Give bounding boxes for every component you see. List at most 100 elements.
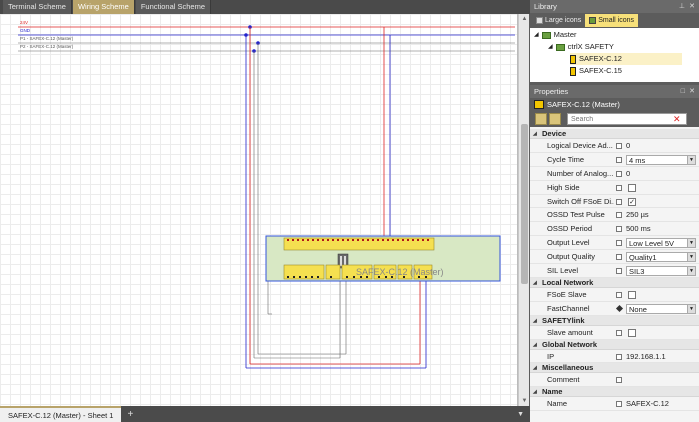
property-value[interactable]: 250 µs: [626, 208, 696, 222]
collapse-arrow-icon[interactable]: ◢: [533, 129, 537, 139]
property-row[interactable]: Comment: [530, 373, 699, 388]
property-dropdown[interactable]: Low Level 5V ▼: [626, 238, 696, 249]
sheet-menu-chevron-icon[interactable]: ▼: [517, 411, 524, 418]
collapse-arrow-icon[interactable]: ◢: [533, 363, 537, 373]
property-edit-icon[interactable]: [616, 291, 622, 298]
property-dropdown[interactable]: Quality1 ▼: [626, 252, 696, 263]
properties-title-bar: Properties □ ✕: [530, 85, 699, 98]
property-edit-icon[interactable]: [616, 198, 622, 205]
pin-icon[interactable]: ⊥: [679, 0, 685, 13]
collapse-arrow-icon[interactable]: ◢: [533, 278, 537, 288]
property-row[interactable]: Slave amount: [530, 326, 699, 340]
property-value[interactable]: 0: [626, 167, 696, 181]
property-edit-icon[interactable]: [616, 156, 622, 163]
maximize-icon[interactable]: □: [681, 85, 685, 98]
tab-functional-scheme[interactable]: Functional Scheme: [135, 0, 212, 14]
tab-wiring-scheme[interactable]: Wiring Scheme: [72, 0, 135, 14]
property-category[interactable]: ◢ Local Network: [530, 277, 699, 288]
property-name: Output Quality: [547, 252, 595, 262]
property-dropdown[interactable]: SIL3 ▼: [626, 266, 696, 277]
property-edit-icon[interactable]: [616, 329, 622, 336]
add-sheet-icon[interactable]: +: [127, 409, 133, 420]
property-value[interactable]: SAFEX-C.12: [626, 397, 696, 411]
property-edit-icon[interactable]: [616, 401, 622, 408]
property-row[interactable]: FSoE Slave: [530, 288, 699, 302]
chevron-down-icon[interactable]: ▼: [687, 267, 695, 276]
close-icon[interactable]: ✕: [689, 85, 695, 98]
property-category[interactable]: ◢ SAFETYlink: [530, 315, 699, 326]
collapse-arrow-icon[interactable]: ◢: [533, 316, 537, 326]
property-name: IP: [547, 351, 555, 361]
property-edit-icon[interactable]: [616, 184, 622, 191]
chevron-down-icon[interactable]: ▼: [687, 304, 695, 313]
property-edit-icon[interactable]: [616, 254, 622, 261]
property-value[interactable]: 500 ms: [626, 222, 696, 236]
property-value[interactable]: 192.168.1.1: [626, 350, 696, 364]
property-category[interactable]: ◢ Miscellaneous: [530, 363, 699, 374]
property-edit-icon[interactable]: [616, 268, 622, 275]
tab-small-icons-label: Small icons: [598, 17, 634, 24]
tree-item-safex-c12[interactable]: SAFEX-C.12: [570, 53, 682, 65]
clear-search-icon[interactable]: ✕: [673, 113, 681, 125]
chevron-down-icon[interactable]: ▼: [687, 253, 695, 262]
property-edit-icon[interactable]: [616, 377, 622, 384]
tab-terminal-scheme[interactable]: Terminal Scheme: [3, 0, 72, 14]
folder-icon: [541, 31, 551, 39]
canvas-scrollbar[interactable]: ▲ ▼: [518, 14, 529, 406]
property-dropdown[interactable]: None ▼: [626, 303, 696, 314]
property-category[interactable]: ◢ Device: [530, 129, 699, 139]
property-row[interactable]: Cycle Time 4 ms ▼: [530, 153, 699, 167]
search-input[interactable]: [567, 113, 687, 125]
property-row[interactable]: OSSD Test Pulse 250 µs: [530, 208, 699, 223]
property-row[interactable]: Name SAFEX-C.12: [530, 397, 699, 412]
property-value[interactable]: 0: [626, 139, 696, 153]
close-icon[interactable]: ✕: [689, 0, 695, 13]
property-row[interactable]: Number of Analog... 0: [530, 167, 699, 181]
scroll-up-icon[interactable]: ▲: [521, 15, 528, 23]
tree-item-label: ctrlX SAFETY: [567, 42, 614, 51]
property-row[interactable]: SIL Level SIL3 ▼: [530, 264, 699, 278]
property-category[interactable]: ◢ Global Network: [530, 339, 699, 350]
expanded-arrow-icon[interactable]: ◢: [534, 29, 539, 41]
tree-item-master[interactable]: ◢ Master: [534, 29, 577, 41]
alphabetical-view-icon[interactable]: [549, 113, 561, 125]
property-checkbox[interactable]: [628, 290, 636, 299]
library-panel: Library ⊥ ✕ Large icons Small icons ◢ Ma…: [530, 0, 699, 82]
property-edit-icon[interactable]: [616, 170, 622, 177]
property-edit-icon[interactable]: [616, 212, 622, 219]
chevron-down-icon[interactable]: ▼: [687, 239, 695, 248]
property-checkbox[interactable]: [628, 183, 636, 192]
scroll-down-icon[interactable]: ▼: [521, 397, 528, 405]
property-row[interactable]: IP 192.168.1.1: [530, 350, 699, 364]
property-row[interactable]: Switch Off FSoE Di... ✓: [530, 195, 699, 209]
property-row[interactable]: FastChannel None ▼: [530, 302, 699, 316]
property-row[interactable]: Logical Device Ad... 0: [530, 139, 699, 153]
property-row[interactable]: OSSD Period 500 ms: [530, 222, 699, 237]
tree-item-label: SAFEX-C.12: [579, 54, 622, 63]
property-edit-icon[interactable]: [616, 240, 622, 247]
collapse-arrow-icon[interactable]: ◢: [533, 387, 537, 397]
property-row[interactable]: High Side: [530, 181, 699, 195]
tab-large-icons[interactable]: Large icons: [532, 14, 585, 27]
property-edit-icon[interactable]: [616, 143, 622, 149]
sheet-tab[interactable]: SAFEX-C.12 (Master) - Sheet 1: [0, 406, 122, 422]
tab-small-icons[interactable]: Small icons: [585, 14, 638, 27]
tree-item-safex-c15[interactable]: SAFEX-C.15: [570, 65, 622, 77]
scroll-thumb[interactable]: [521, 124, 528, 284]
collapse-arrow-icon[interactable]: ◢: [533, 340, 537, 350]
category-label: Global Network: [542, 339, 598, 349]
property-checkbox[interactable]: ✓: [628, 197, 636, 206]
expanded-arrow-icon[interactable]: ◢: [548, 41, 553, 53]
property-row[interactable]: Output Level Low Level 5V ▼: [530, 236, 699, 251]
tree-item-ctrlx-safety[interactable]: ◢ ctrlX SAFETY: [548, 41, 614, 53]
property-category[interactable]: ◢ Name: [530, 387, 699, 398]
property-edit-icon[interactable]: [616, 353, 622, 360]
property-edit-icon[interactable]: [616, 226, 622, 233]
property-dropdown[interactable]: 4 ms ▼: [626, 154, 696, 165]
property-value-text: Low Level 5V: [629, 239, 675, 249]
categorized-view-icon[interactable]: [535, 113, 547, 125]
property-checkbox[interactable]: [628, 328, 636, 337]
wiring-canvas[interactable]: 24V GND P1 - SAFEX-C.12 (Master) P2 - SA…: [0, 14, 518, 406]
property-row[interactable]: Output Quality Quality1 ▼: [530, 250, 699, 265]
chevron-down-icon[interactable]: ▼: [687, 155, 695, 164]
